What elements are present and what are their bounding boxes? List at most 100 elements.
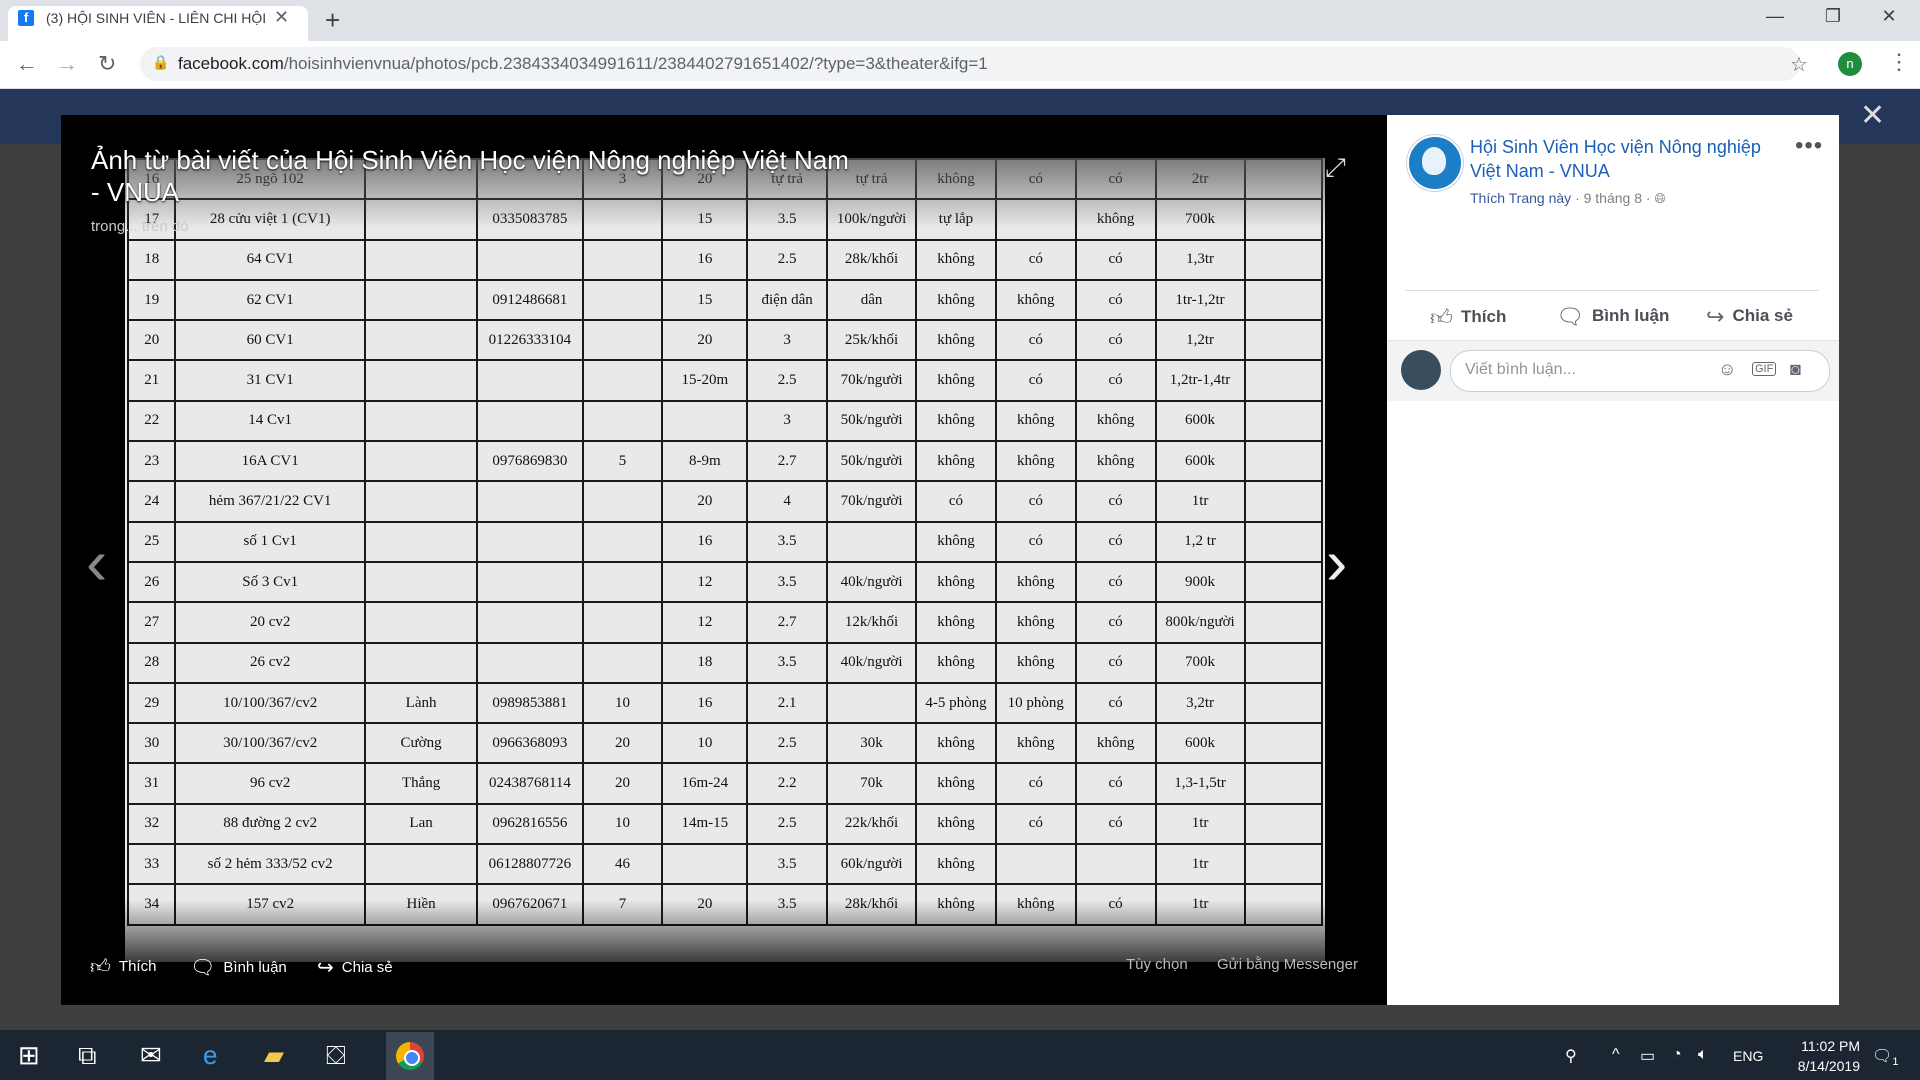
share-icon: ↪ [1706,304,1725,329]
windows-taskbar [0,1030,1920,1080]
photo-table-cell: 700k [1154,641,1246,684]
photo-table-row: 23 16A CV1 0976869830 5 8-9m 2.7 50k/người khôn… [126,440,1324,483]
photo-table-cell: không [915,560,997,604]
photo-table: 1625 ngõ 102320tự trảtự trảkhôngcócó2tr1… [126,158,1324,926]
browser-menu-icon[interactable]: ⋮ [1888,48,1910,76]
clock-time: 11:02 PM [1801,1038,1860,1054]
photo-table-cell: 25 [126,520,177,563]
task-view-icon[interactable]: ⧉ [78,1040,97,1072]
gif-icon[interactable]: GIF [1752,362,1777,376]
lock-icon[interactable]: 🔒 [152,54,169,71]
options-link[interactable]: Tùy chọn [1126,956,1188,973]
comment-placeholder[interactable]: Viết bình luận... [1465,361,1576,379]
tab-title[interactable]: (3) HỘI SINH VIÊN - LIÊN CHI HỘI [46,10,266,26]
photo-table-cell: 28 [126,641,177,684]
photo-table-cell: Lan [363,802,479,846]
photo-like-button[interactable]: 👍︎ Thích [90,955,156,979]
photo-table-cell: 0976869830 [476,440,584,483]
side-share-button[interactable]: ↪ Chia sẻ [1706,304,1793,330]
more-options-icon[interactable]: ••• [1795,132,1823,160]
sticker-icon[interactable]: ◙ [1790,359,1801,380]
photo-share-button[interactable]: ↪ Chia sẻ [317,955,393,980]
photo-table-cell: không [915,802,997,846]
notifications-icon[interactable]: 🗨︎1 [1872,1046,1898,1068]
people-icon[interactable]: ⚲ [1565,1046,1577,1066]
profile-avatar[interactable]: n [1838,52,1862,76]
expand-icon[interactable]: ⤢ [1325,152,1346,184]
photo-table-cell: 2.2 [746,762,829,805]
side-like-button[interactable]: 👍︎ Thích [1430,304,1506,331]
photo-table-cell: không [994,399,1077,443]
photo-table-cell: không [994,278,1077,322]
user-avatar[interactable] [1401,350,1441,390]
photo-table-cell [1243,762,1324,805]
photo-table-cell: không [915,319,997,362]
page-avatar[interactable] [1407,135,1463,191]
photo-table-cell [581,601,664,644]
photo-table-cell: không [915,399,997,443]
language-indicator[interactable]: ENG [1733,1048,1763,1064]
restore-icon[interactable]: ❐ [1810,6,1856,27]
close-tab-icon[interactable]: ✕ [274,7,289,28]
photo-table-cell: có [1074,681,1157,725]
photo-table-row: 30 30/100/367/cv2 Cường 0966368093 20 10 2.5 30… [126,722,1324,765]
store-icon[interactable]: ⛋ [326,1040,346,1072]
url-text[interactable]: facebook.com/hoisinhvienvnua/photos/pcb.… [178,54,988,74]
thumbs-up-icon: 👍︎ [90,956,111,978]
photo-table-cell: có [994,480,1077,523]
close-theater-icon[interactable]: ✕ [1860,98,1885,133]
bookmark-star-icon[interactable]: ☆ [1790,52,1808,77]
edge-icon[interactable]: e [203,1040,217,1071]
photo-table-cell: 64 CV1 [174,238,366,281]
side-comment-button[interactable]: 🗨︎ Bình luận [1556,304,1669,330]
reload-icon[interactable]: ↻ [98,51,116,77]
page-name-link[interactable]: Hội Sinh Viên Học viện Nông nghiệp Việt … [1470,135,1770,183]
photo-table-cell: 20 [581,722,664,765]
thumbs-up-icon: 👍︎ [1430,305,1453,330]
photo-table-cell: 23 [126,440,177,483]
forward-icon[interactable]: → [56,51,78,77]
minimize-icon[interactable]: — [1752,6,1798,27]
battery-icon[interactable]: ▭ [1640,1046,1655,1066]
photo-table-cell: 3.5 [746,843,829,886]
side-share-label: Chia sẻ [1732,306,1793,325]
photo-table-cell: 3 [746,319,829,362]
photo-table-cell: 3.5 [746,560,829,604]
clock[interactable]: 11:02 PM 8/14/2019 [1770,1036,1860,1076]
photo-table-cell: 60 CV1 [174,319,366,362]
previous-photo-icon[interactable]: ‹ [86,530,107,594]
new-tab-button[interactable]: + [325,6,340,34]
next-photo-icon[interactable]: › [1326,530,1347,594]
photo-table-cell: có [994,319,1077,362]
post-date[interactable]: · 9 tháng 8 · [1575,190,1651,206]
photo-table-cell [1243,722,1324,765]
photo-table-cell [1243,802,1324,846]
tray-chevron-icon[interactable]: ^ [1612,1046,1620,1064]
emoji-icon[interactable]: ☺ [1718,359,1736,380]
photo-table-cell: 88 đường 2 cv2 [174,802,366,846]
back-icon[interactable]: ← [16,51,38,77]
photo-table-cell: 600k [1154,399,1246,443]
photo-table-cell: 4-5 phòng [915,681,997,725]
photo-table-cell [1243,560,1324,604]
like-page-link[interactable]: Thích Trang này [1470,190,1571,206]
photo-comment-button[interactable]: 🗨︎ Bình luận [190,955,287,980]
photo-table-cell: 3,2tr [1154,681,1246,725]
windows-start-icon[interactable]: ⊞ [18,1040,40,1071]
volume-icon[interactable]: 🔈︎ [1698,1046,1708,1064]
photo-image[interactable]: 1625 ngõ 102320tự trảtự trảkhôngcócó2tr1… [125,158,1325,962]
window-close-icon[interactable]: ✕ [1866,6,1912,27]
photo-table-cell: Số 3 Cv1 [174,560,366,604]
wifi-icon[interactable]: ◔ [1672,1046,1682,1064]
photo-table-cell: 600k [1154,440,1246,483]
mail-icon[interactable]: ✉ [140,1040,162,1071]
photo-table-cell [476,601,584,644]
file-explorer-icon[interactable]: ▰ [264,1040,284,1071]
photo-table-cell: 1tr [1154,843,1246,886]
photo-title[interactable]: Ảnh từ bài viết của Hội Sinh Viên Học vi… [91,144,851,208]
comment-icon: 🗨︎ [190,957,216,979]
photo-table-cell [581,480,664,523]
side-comment-label: Bình luận [1591,306,1670,325]
photo-table-cell: 0912486681 [476,278,584,322]
send-messenger-link[interactable]: Gửi bằng Messenger [1217,956,1358,973]
